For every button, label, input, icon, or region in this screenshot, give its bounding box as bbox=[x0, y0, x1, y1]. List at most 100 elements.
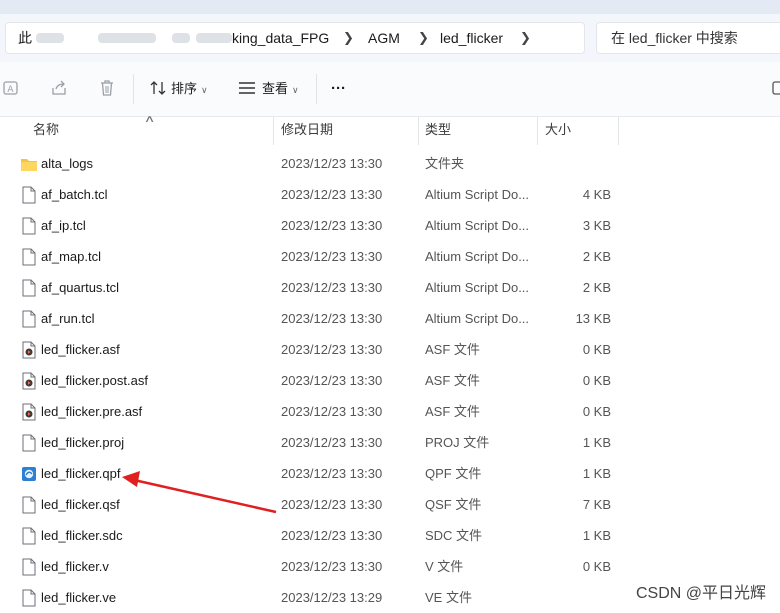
file-name[interactable]: af_map.tcl bbox=[41, 241, 101, 272]
file-size: 3 KB bbox=[582, 218, 611, 233]
file-size: 1 KB bbox=[582, 528, 611, 543]
file-row[interactable]: led_flicker.asf 2023/12/23 13:30 ASF 文件 0 K… bbox=[0, 334, 780, 365]
file-date: 2023/12/23 13:30 bbox=[281, 497, 383, 512]
file-size: 2 KB bbox=[582, 249, 611, 264]
redacted-path-segment bbox=[196, 33, 232, 43]
file-name[interactable]: led_flicker.qpf bbox=[41, 458, 121, 489]
file-type: VE 文件 bbox=[425, 590, 472, 605]
breadcrumb-agm[interactable]: AGM bbox=[368, 23, 400, 53]
file-date: 2023/12/23 13:30 bbox=[281, 342, 383, 357]
chevron-down-icon: ∨ bbox=[201, 85, 208, 95]
file-name[interactable]: led_flicker.qsf bbox=[41, 489, 120, 520]
file-date: 2023/12/23 13:30 bbox=[281, 249, 383, 264]
file-row[interactable]: af_quartus.tcl 2023/12/23 13:30 Altium Scr… bbox=[0, 272, 780, 303]
file-row[interactable]: af_batch.tcl 2023/12/23 13:30 Altium Scrip… bbox=[0, 179, 780, 210]
column-divider[interactable] bbox=[418, 117, 419, 145]
file-name[interactable]: led_flicker.v bbox=[41, 551, 109, 582]
file-size: 4 KB bbox=[582, 187, 611, 202]
rename-icon[interactable]: A bbox=[2, 79, 20, 97]
view-button[interactable]: 查看 ∨ bbox=[238, 77, 299, 101]
file-name[interactable]: led_flicker.post.asf bbox=[41, 365, 148, 396]
file-type: 文件夹 bbox=[425, 156, 465, 171]
file-row[interactable]: led_flicker.qsf 2023/12/23 13:30 QSF 文件 7 K… bbox=[0, 489, 780, 520]
file-type: QSF 文件 bbox=[425, 497, 482, 512]
file-type: ASF 文件 bbox=[425, 373, 480, 388]
column-divider[interactable] bbox=[273, 117, 274, 145]
file-size bbox=[540, 582, 611, 613]
sort-ascending-icon: ∧ bbox=[143, 114, 156, 125]
more-options-button[interactable]: ··· bbox=[331, 77, 346, 101]
search-input[interactable]: 在 led_flicker 中搜索 bbox=[596, 22, 780, 54]
file-row[interactable]: alta_logs 2023/12/23 13:30 文件夹 bbox=[0, 148, 780, 179]
file-row[interactable]: led_flicker.sdc 2023/12/23 13:30 SDC 文件 1 K… bbox=[0, 520, 780, 551]
file-type: Altium Script Do... bbox=[425, 187, 530, 202]
column-header: ∧ 名称 修改日期 类型 大小 bbox=[0, 114, 780, 145]
file-type: QPF 文件 bbox=[425, 466, 482, 481]
file-row[interactable]: af_run.tcl 2023/12/23 13:30 Altium Script … bbox=[0, 303, 780, 334]
delete-icon[interactable] bbox=[98, 79, 116, 97]
file-name[interactable]: led_flicker.proj bbox=[41, 427, 124, 458]
file-row[interactable]: led_flicker.pre.asf 2023/12/23 13:30 ASF 文… bbox=[0, 396, 780, 427]
file-name[interactable]: led_flicker.pre.asf bbox=[41, 396, 142, 427]
breadcrumb-blurred-folder[interactable]: king_data_FPG bbox=[232, 23, 329, 53]
file-size: 0 KB bbox=[582, 373, 611, 388]
file-date: 2023/12/23 13:30 bbox=[281, 528, 383, 543]
file-date: 2023/12/23 13:30 bbox=[281, 373, 383, 388]
file-size: 13 KB bbox=[575, 311, 611, 326]
svg-text:A: A bbox=[7, 85, 14, 95]
file-row[interactable]: led_flicker.post.asf 2023/12/23 13:30 ASF … bbox=[0, 365, 780, 396]
column-divider[interactable] bbox=[537, 117, 538, 145]
file-row[interactable]: led_flicker.proj 2023/12/23 13:30 PROJ 文件 1… bbox=[0, 427, 780, 458]
file-name[interactable]: af_quartus.tcl bbox=[41, 272, 119, 303]
file-type: Altium Script Do... bbox=[425, 218, 530, 233]
address-row: 此 king_data_FPG ❯ AGM ❯ led_flicker ❯ 在 … bbox=[0, 14, 780, 62]
redacted-path-segment bbox=[98, 33, 156, 43]
file-name[interactable]: led_flicker.asf bbox=[41, 334, 120, 365]
file-name[interactable]: af_ip.tcl bbox=[41, 210, 86, 241]
breadcrumb-led-flicker[interactable]: led_flicker bbox=[440, 23, 503, 53]
file-type: Altium Script Do... bbox=[425, 249, 530, 264]
file-date: 2023/12/23 13:30 bbox=[281, 311, 383, 326]
file-type: V 文件 bbox=[425, 559, 464, 574]
file-date: 2023/12/23 13:30 bbox=[281, 156, 383, 171]
file-type: ASF 文件 bbox=[425, 342, 480, 357]
file-type: ASF 文件 bbox=[425, 404, 480, 419]
column-type[interactable]: 类型 bbox=[425, 117, 451, 145]
details-pane-icon[interactable] bbox=[772, 79, 780, 97]
breadcrumb-root[interactable]: 此 bbox=[18, 23, 32, 53]
toolbar-separator bbox=[133, 74, 134, 104]
chevron-right-icon[interactable]: ❯ bbox=[343, 23, 354, 53]
file-size: 1 KB bbox=[582, 466, 611, 481]
sort-label: 排序 bbox=[171, 81, 198, 96]
file-size bbox=[540, 148, 611, 179]
toolbar-separator bbox=[316, 74, 317, 104]
share-icon[interactable] bbox=[50, 79, 68, 97]
file-name[interactable]: led_flicker.ve bbox=[41, 582, 116, 613]
file-row[interactable]: led_flicker.qpf 2023/12/23 13:30 QPF 文件 1 K… bbox=[0, 458, 780, 489]
view-icon bbox=[239, 82, 255, 94]
sort-icon bbox=[150, 81, 166, 95]
file-date: 2023/12/23 13:30 bbox=[281, 466, 383, 481]
file-size: 7 KB bbox=[582, 497, 611, 512]
column-date[interactable]: 修改日期 bbox=[281, 117, 333, 145]
column-divider[interactable] bbox=[618, 117, 619, 145]
file-name[interactable]: alta_logs bbox=[41, 148, 93, 179]
file-name[interactable]: af_run.tcl bbox=[41, 303, 94, 334]
column-name[interactable]: 名称 bbox=[33, 117, 59, 145]
file-row[interactable]: af_map.tcl 2023/12/23 13:30 Altium Script … bbox=[0, 241, 780, 272]
file-row[interactable]: led_flicker.v 2023/12/23 13:30 V 文件 0 KB bbox=[0, 551, 780, 582]
command-bar: A 排序 ∨ 查看 ∨ ··· bbox=[0, 62, 780, 117]
chevron-right-icon[interactable]: ❯ bbox=[520, 23, 531, 53]
redacted-path-segment bbox=[172, 33, 190, 43]
file-row[interactable]: af_ip.tcl 2023/12/23 13:30 Altium Script D… bbox=[0, 210, 780, 241]
file-name[interactable]: af_batch.tcl bbox=[41, 179, 108, 210]
column-size[interactable]: 大小 bbox=[545, 117, 571, 145]
file-date: 2023/12/23 13:30 bbox=[281, 187, 383, 202]
title-bar-strip bbox=[0, 0, 780, 14]
chevron-right-icon[interactable]: ❯ bbox=[418, 23, 429, 53]
file-name[interactable]: led_flicker.sdc bbox=[41, 520, 123, 551]
sort-button[interactable]: 排序 ∨ bbox=[150, 77, 208, 101]
address-bar[interactable]: 此 king_data_FPG ❯ AGM ❯ led_flicker ❯ bbox=[5, 22, 585, 54]
file-size: 0 KB bbox=[582, 559, 611, 574]
view-label: 查看 bbox=[262, 81, 289, 96]
